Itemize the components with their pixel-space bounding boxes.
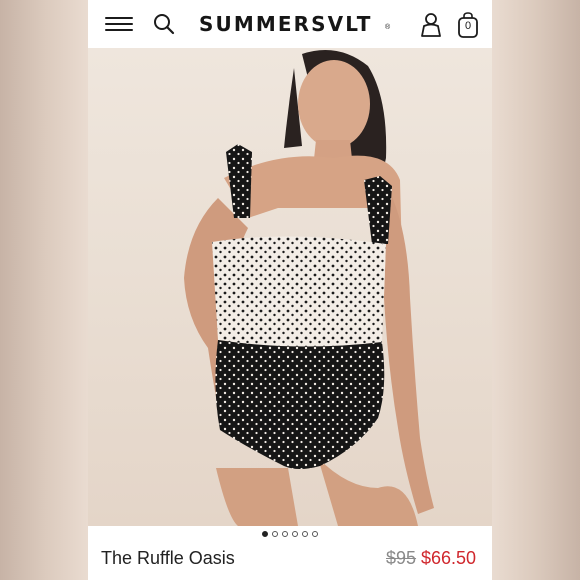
- product-image[interactable]: [88, 48, 492, 526]
- top-navigation-bar: SUMMERSVLT ® 0: [88, 0, 492, 48]
- model-photo-illustration: [184, 50, 434, 526]
- brand-logo[interactable]: SUMMERSVLT: [199, 10, 391, 38]
- shopping-bag-icon[interactable]: 0: [457, 11, 479, 38]
- search-icon[interactable]: [152, 12, 176, 36]
- bag-count-badge: 0: [464, 20, 472, 32]
- product-name: The Ruffle Oasis: [101, 548, 235, 568]
- registered-mark: ®: [385, 24, 391, 31]
- app-screen: SUMMERSVLT ® 0 The Ruffle Oasis $95 $66.…: [88, 0, 492, 580]
- carousel-dot[interactable]: [262, 531, 268, 537]
- carousel-dot[interactable]: [272, 531, 278, 537]
- carousel-dot[interactable]: [292, 531, 298, 537]
- carousel-dot[interactable]: [312, 531, 318, 537]
- user-icon[interactable]: [420, 12, 442, 37]
- sale-price: $66.50: [421, 548, 477, 568]
- carousel-dot[interactable]: [302, 531, 308, 537]
- original-price: $95: [386, 548, 417, 568]
- hamburger-menu-icon[interactable]: [104, 14, 134, 34]
- carousel-dot[interactable]: [282, 531, 288, 537]
- image-carousel-indicators[interactable]: [88, 531, 492, 541]
